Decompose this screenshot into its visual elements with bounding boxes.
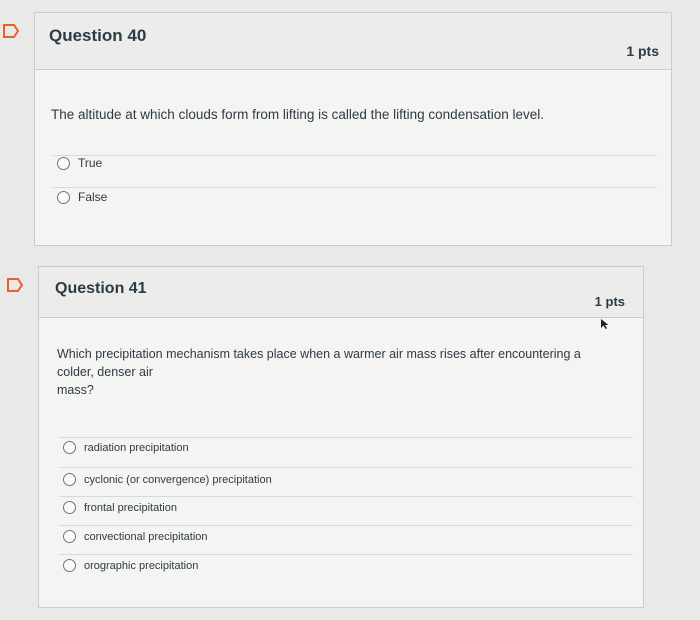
radio-button[interactable]	[57, 190, 70, 204]
radio-button[interactable]	[63, 530, 76, 543]
answer-label: frontal precipitation	[84, 501, 177, 514]
answer-option-true[interactable]: True	[57, 156, 102, 170]
mouse-cursor-icon	[601, 319, 609, 329]
answer-label: radiation precipitation	[84, 441, 189, 454]
radio-button[interactable]	[63, 473, 76, 486]
answer-label: convectional precipitation	[84, 530, 208, 543]
radio-button[interactable]	[57, 156, 70, 170]
answer-label: orographic precipitation	[84, 559, 199, 572]
radio-button[interactable]	[63, 559, 76, 572]
question-points: 1 pts	[626, 43, 659, 59]
divider	[59, 437, 633, 438]
divider	[59, 467, 633, 468]
answer-option-frontal[interactable]: frontal precipitation	[63, 501, 177, 514]
question-text: The altitude at which clouds form from l…	[51, 107, 545, 122]
answer-label: False	[78, 190, 108, 204]
question-text: Which precipitation mechanism takes plac…	[57, 345, 627, 399]
answer-label: cyclonic (or convergence) precipitation	[84, 473, 272, 486]
divider	[59, 496, 633, 497]
question-text-line: colder, denser air	[57, 365, 153, 379]
radio-button[interactable]	[63, 441, 76, 454]
flag-question-icon[interactable]	[6, 278, 24, 292]
answer-option-cyclonic[interactable]: cyclonic (or convergence) precipitation	[63, 473, 272, 486]
divider	[53, 155, 657, 156]
answer-option-convectional[interactable]: convectional precipitation	[63, 530, 208, 543]
answer-option-false[interactable]: False	[57, 190, 107, 204]
answer-label: True	[78, 156, 103, 170]
answer-option-radiation[interactable]: radiation precipitation	[63, 441, 189, 454]
divider	[59, 554, 633, 555]
divider	[59, 525, 633, 526]
radio-button[interactable]	[63, 501, 76, 514]
flag-question-icon[interactable]	[2, 24, 20, 38]
divider	[53, 187, 657, 188]
question-title: Question 41	[55, 280, 147, 297]
question-title: Question 40	[49, 26, 147, 45]
question-41-card: Question 41 1 pts Which precipitation me…	[38, 266, 644, 608]
question-40-card: Question 40 1 pts The altitude at which …	[34, 12, 672, 246]
answer-option-orographic[interactable]: orographic precipitation	[63, 559, 198, 572]
question-points: 1 pts	[594, 294, 625, 309]
question-text-line: mass?	[57, 383, 94, 397]
question-text-line: Which precipitation mechanism takes plac…	[57, 347, 581, 361]
